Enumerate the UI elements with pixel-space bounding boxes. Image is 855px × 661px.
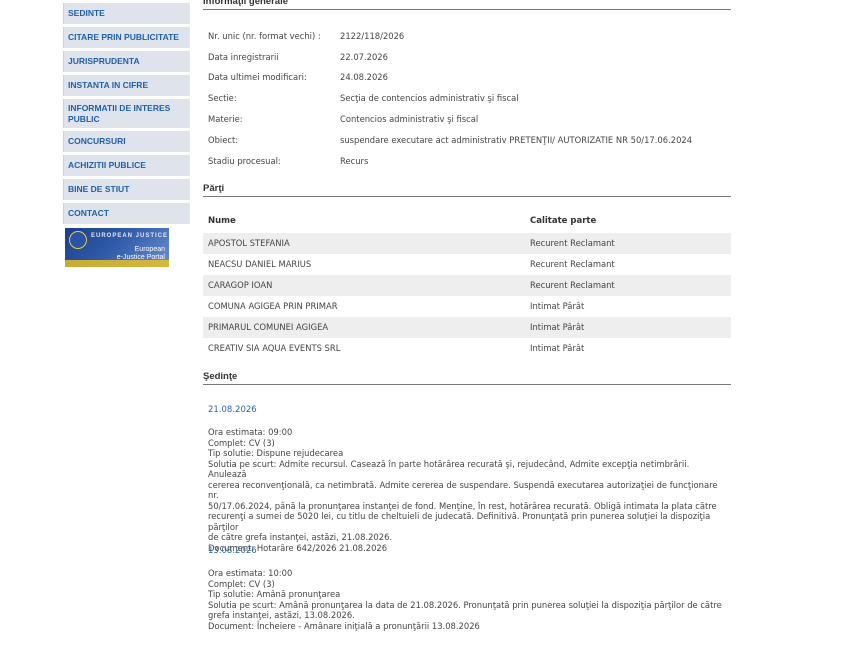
table-row: PRIMARUL COMUNEI AGIGEA Intimat Pârât [203,317,731,338]
session-details: Ora estimata: 10:00 Complet: CV (3) Tip … [208,568,728,631]
session-line: Solutia pe scurt: Admite recursul. Casea… [208,458,690,480]
session-details: Ora estimata: 09:00 Complet: CV (3) Tip … [208,427,728,553]
session-document: Document: Hotarâre 642/2026 21.08.2026 [208,542,388,553]
section-title-general: Informaţii generale [203,0,731,10]
party-role: Intimat Pârât [530,322,585,332]
session-line: Solutia pe scurt: Amână pronunţarea la d… [208,599,722,610]
info-value: Contencios administrativ şi fiscal [340,114,479,124]
column-header-nume: Nume [208,216,236,226]
session-line: Complet: CV (3) [208,578,275,589]
banner-line-1: European [134,246,165,253]
section-title-sessions: Şedinţe [203,371,731,385]
sidebar: SEDINTE CITARE PRIN PUBLICITATE JURISPRU… [63,0,190,267]
eu-stars-logo-icon [69,231,87,249]
session-document: Document: Încheiere - Amânare iniţială a… [208,620,480,631]
session-line: 50/17.06.2024, până la pronunţarea insta… [208,500,717,511]
party-role: Recurent Reclamant [530,238,615,248]
info-value: Recurs [340,156,369,166]
session-line: Ora estimata: 09:00 [208,427,293,437]
table-row: CARAGOP IOAN Recurent Reclamant [203,275,731,296]
session-date: 13.08.2026 [208,546,257,556]
info-label: Stadiu procesual: [208,156,281,166]
info-value: 22.07.2026 [340,52,388,62]
info-label: Sectie: [208,93,237,103]
party-name: COMUNA AGIGEA PRIN PRIMAR [208,301,338,311]
table-row: NEACSU DANIEL MARIUS Recurent Reclamant [203,254,731,275]
sidebar-item-achizitii-publice[interactable]: ACHIZITII PUBLICE [63,155,190,176]
party-name: PRIMARUL COMUNEI AGIGEA [208,322,329,332]
party-name: APOSTOL STEFANIA [208,238,290,248]
party-name: CREATIV SIA AQUA EVENTS SRL [208,343,341,353]
party-role: Recurent Reclamant [530,280,615,290]
info-value: suspendare executare act administrativ P… [340,135,693,145]
table-row: APOSTOL STEFANIA Recurent Reclamant [203,233,731,254]
info-value: 24.08.2026 [340,72,388,82]
sidebar-item-contact[interactable]: CONTACT [63,203,190,224]
sidebar-item-sedinte[interactable]: SEDINTE [63,3,190,24]
sidebar-item-informatii-de-interes-public[interactable]: INFORMATII DE INTERES PUBLIC [63,99,190,128]
party-role: Recurent Reclamant [530,259,615,269]
info-value: 2122/118/2026 [340,31,405,41]
session-line: recurenţi a sumei de 5020 lei, cu titlu … [208,511,711,532]
banner-wave-decoration [65,260,169,267]
sidebar-item-instanta-in-cifre[interactable]: INSTANTA IN CIFRE [63,75,190,96]
session-line: Tip solutie: Dispune rejudecarea [208,448,344,458]
party-role: Intimat Pârât [530,343,585,353]
party-name: NEACSU DANIEL MARIUS [208,259,312,269]
sidebar-item-concursuri[interactable]: CONCURSURI [63,131,190,152]
session-line: cererea reconvenţională, ca netimbrată. … [208,479,718,501]
party-name: CARAGOP IOAN [208,280,273,290]
info-value: Secţia de contencios administrativ şi fi… [340,93,519,103]
table-row: CREATIV SIA AQUA EVENTS SRL Intimat Pârâ… [203,338,731,359]
info-label: Data ultimei modificari: [208,72,307,82]
info-label: Obiect: [208,135,239,145]
session-date: 21.08.2026 [208,405,257,415]
party-role: Intimat Pârât [530,301,585,311]
parties-table-header: Nume Calitate parte [203,211,731,232]
session-line: grefa instanţei, astăzi, 13.08.2026. [208,610,355,620]
sidebar-item-jurisprudenta[interactable]: JURISPRUDENTA [63,51,190,72]
info-label: Nr. unic (nr. format vechi) : [208,31,321,41]
column-header-calitate-parte: Calitate parte [530,216,597,226]
session-line: de către grefa instanţei, astăzi, 21.08.… [208,532,393,542]
banner-top-text: EUROPEAN JUSTICE [91,233,169,239]
table-row: COMUNA AGIGEA PRIN PRIMAR Intimat Pârât [203,296,731,317]
info-label: Materie: [208,114,243,124]
ejustice-portal-banner[interactable]: EUROPEAN JUSTICE European e-Justice Port… [65,228,169,267]
session-line: Complet: CV (3) [208,437,275,448]
session-line: Ora estimata: 10:00 [208,568,293,578]
session-line: Tip solutie: Amână pronunţarea [208,589,341,599]
sidebar-item-bine-de-stiut[interactable]: BINE DE STIUT [63,179,190,200]
section-title-parties: Părţi [203,183,731,197]
info-label: Data inregistrarii [208,52,279,62]
sidebar-item-citare-prin-publicitate[interactable]: CITARE PRIN PUBLICITATE [63,27,190,48]
